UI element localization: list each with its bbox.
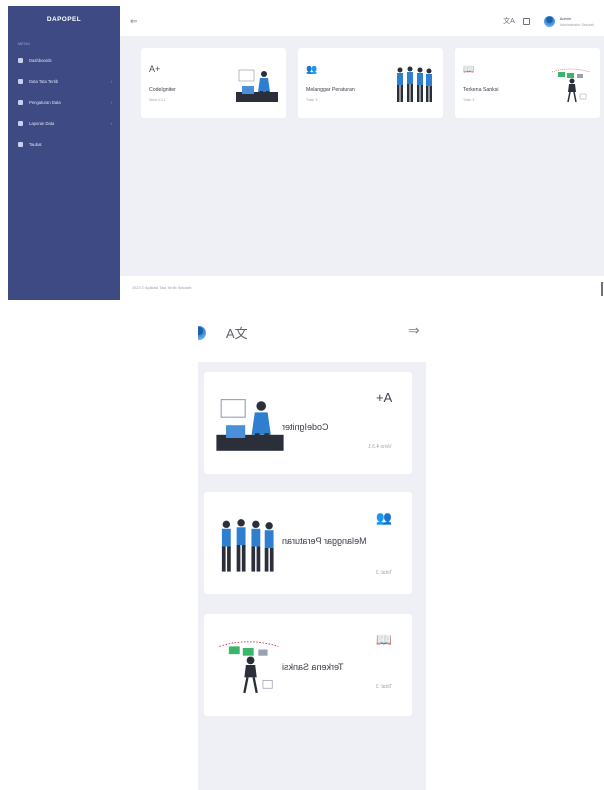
settings-icon: [18, 100, 23, 105]
sidebar-item-dashboard[interactable]: Dashboards: [8, 50, 120, 71]
sidebar-item-taubat[interactable]: Taubat: [8, 134, 120, 155]
user-plus-icon: A+: [375, 390, 392, 405]
user-menu[interactable]: Admin Administrator Sekolah: [560, 16, 594, 27]
brand-logo[interactable]: DAPOPEL: [8, 6, 120, 32]
developer-illustration: [216, 399, 284, 451]
card-codeigniter[interactable]: A+ CodeIgniter Versi 4.3.1: [141, 48, 286, 118]
scrollbar[interactable]: [601, 282, 603, 296]
translate-icon[interactable]: 文A: [503, 16, 515, 26]
card-subtitle: Versi 4.3.1: [368, 444, 392, 450]
topbar: ⇐ 文A Admin Administrator Sekolah: [120, 6, 604, 36]
sidebar-item-label: Laporan Data: [29, 121, 55, 126]
card-subtitle: Total: 3: [375, 570, 392, 576]
card-terkena-sanksi[interactable]: 📖 Terkena Sanksi Total: 3: [204, 614, 412, 716]
card-title: Terkena Sanksi: [282, 662, 344, 672]
book-icon: 📖: [375, 632, 392, 647]
chevron-right-icon: ›: [110, 79, 113, 84]
book-icon: 📖: [463, 64, 475, 74]
sidebar-item-label: Dashboards: [29, 58, 52, 63]
user-name: Admin: [559, 15, 572, 21]
sidebar-item-pengaturan-data[interactable]: Pengaturan Data ›: [8, 92, 120, 113]
card-melanggar-peraturan[interactable]: 👥 Melanggar Peraturan Total: 3: [204, 492, 412, 594]
card-codeigniter[interactable]: A+ CodeIgniter Versi 4.3.1: [204, 372, 412, 474]
presentation-illustration: [551, 68, 591, 103]
card-melanggar-peraturan[interactable]: 👥 Melanggar Peraturan Total: 3: [298, 48, 443, 118]
user-check-icon: [18, 142, 23, 147]
sidebar-item-label: Taubat: [29, 142, 42, 147]
avatar[interactable]: [543, 15, 555, 27]
chevron-right-icon: ›: [110, 100, 113, 105]
card-title: CodeIgniter: [282, 422, 329, 432]
card-subtitle: Total: 3: [375, 684, 392, 690]
report-icon: [18, 121, 23, 126]
card-title: Terkena Sanksi: [463, 87, 499, 93]
fullscreen-icon[interactable]: [522, 17, 530, 25]
card-title: Melanggar Peraturan: [306, 87, 355, 93]
presentation-illustration: [219, 641, 279, 694]
mobile-view: 文A ⇐ A+ CodeIgniter Versi 4.3.1 👥 Melang…: [198, 306, 426, 790]
menu-header: MENU: [18, 42, 31, 46]
sidebar-item-label: Pengaturan Data: [29, 100, 61, 105]
developer-illustration: [236, 69, 278, 102]
card-subtitle: Total: 3: [463, 98, 475, 102]
team-illustration: [221, 519, 274, 572]
sidebar-item-data-tata-tertib[interactable]: Data Tata Tertib ›: [8, 71, 120, 92]
dashboard-icon: [18, 58, 23, 63]
list-icon: [18, 79, 23, 84]
sidebar-item-laporan-data[interactable]: Laporan Data ›: [8, 113, 120, 134]
user-role: Administrator Sekolah: [559, 22, 594, 27]
card-title: CodeIgniter: [149, 87, 176, 93]
users-icon: 👥: [306, 64, 318, 74]
desktop-view: DAPOPEL MENU Dashboards Data Tata Tertib…: [8, 6, 604, 300]
stat-cards: A+ CodeIgniter Versi 4.3.1 👥 Melanggar P…: [141, 48, 600, 118]
team-illustration: [397, 66, 432, 102]
card-terkena-sanksi[interactable]: 📖 Terkena Sanksi Total: 3: [455, 48, 600, 118]
chevron-right-icon: ›: [110, 121, 113, 126]
topbar-mobile: 文A ⇐: [198, 306, 426, 362]
back-arrow-icon[interactable]: ⇐: [408, 322, 420, 339]
avatar[interactable]: [198, 326, 206, 340]
card-subtitle: Versi 4.3.1: [149, 98, 166, 102]
back-arrow-icon[interactable]: ⇐: [130, 16, 138, 27]
users-icon: 👥: [375, 510, 392, 525]
footer: 2023 © Aplikasi Tata Tertib Sekolah: [120, 276, 604, 300]
translate-icon[interactable]: 文A: [226, 323, 248, 342]
card-title: Melanggar Peraturan: [282, 536, 367, 546]
card-subtitle: Total: 3: [306, 98, 318, 102]
sidebar-item-label: Data Tata Tertib: [29, 79, 59, 84]
user-plus-icon: A+: [149, 64, 161, 74]
sidebar: DAPOPEL MENU Dashboards Data Tata Tertib…: [8, 6, 120, 300]
